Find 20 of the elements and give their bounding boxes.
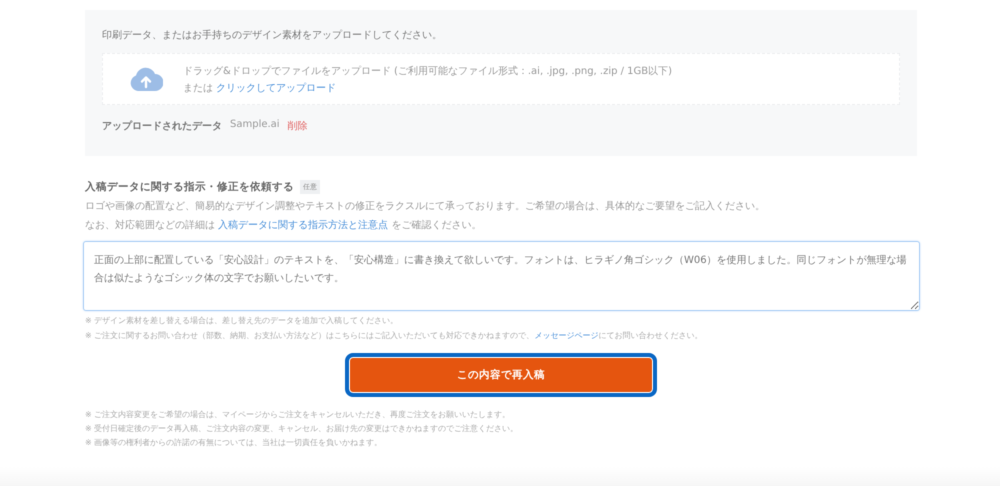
file-name: Sample.ai: [230, 119, 280, 132]
delete-link[interactable]: 削除: [288, 119, 308, 133]
upload-link[interactable]: クリックしてアップロード: [216, 82, 336, 94]
dropzone[interactable]: ドラッグ&ドロップでファイルをアップロード (ご利用可能なファイル形式：.ai, .jpg, .png, .zip / 1GB以下) または クリックしてアップロード: [102, 53, 900, 105]
note-text: ※ デザイン素材を差し替える場合は、差し替え先のデータを追加で入稿してください。: [85, 315, 400, 326]
upload-intro: 印刷データ、またはお手持ちのデザイン素材をアップロードしてください。: [102, 28, 443, 42]
section-title: 入稿データに関する指示・修正を依頼する: [85, 180, 294, 194]
uploaded-label: アップロードされたデータ: [102, 119, 222, 133]
instruction-field[interactable]: 正面の上部に配置している「安心設計」のテキストを、「安心構造」に書き換えて欲しいです。フォントは、ヒラギノ角ゴシック（W06）を使用しました。同じフォントが無理な場合は似たようなゴシック体の文字でお願いしたいです。: [83, 241, 920, 311]
note-text: ※ ご注文に関するお問い合わせ（部数、納期、お支払い方法など）はこちらにはご記入いただいても対応できかねますので、メッセージページにてお問い合わせください。: [85, 330, 704, 341]
note-text: ※ 画像等の権利者からの許諾の有無については、当社は一切責任を負いかねます。: [85, 437, 384, 448]
guide-link[interactable]: 入稿データに関する指示方法と注意点: [218, 220, 388, 231]
description: なお、対応範囲などの詳細は 入稿データに関する指示方法と注意点 をご確認ください。: [85, 218, 482, 232]
message-page-link[interactable]: メッセージページ: [534, 331, 598, 340]
note-text: ※ 受付日確定後のデータ再入稿、ご注文内容の変更、キャンセル、お届け先の変更はできかねますのでご注意ください。: [85, 423, 520, 434]
note-text: ※ ご注文内容変更をご希望の場合は、マイページからご注文をキャンセルいただき、再度ご注文をお願いいたします。: [85, 409, 512, 420]
description: ロゴや画像の配置など、簡易的なデザイン調整やテキストの修正をラクスルにて承っております。ご希望の場合は、具体的なご要望をご記入ください。: [85, 200, 766, 213]
cloud-upload-icon: [129, 67, 163, 91]
dropzone-alt-text: または クリックしてアップロード: [183, 82, 338, 94]
dropzone-hint: ドラッグ&ドロップでファイルをアップロード (ご利用可能なファイル形式：.ai, .jpg, .png, .zip / 1GB以下): [183, 64, 672, 78]
